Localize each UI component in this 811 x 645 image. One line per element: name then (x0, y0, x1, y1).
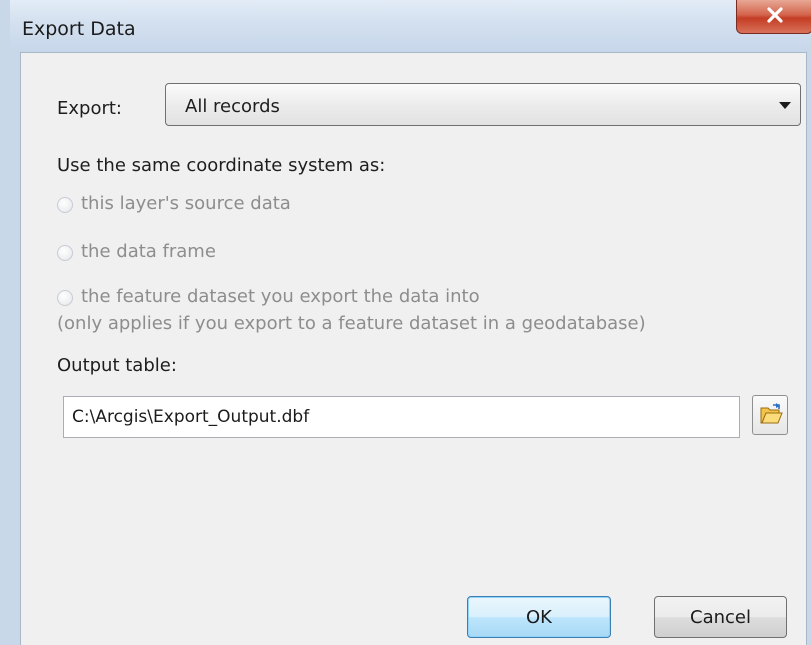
coordinate-system-heading: Use the same coordinate system as: (57, 155, 386, 176)
dialog-content: Export: All records Use the same coordin… (20, 52, 807, 645)
close-button[interactable] (736, 0, 811, 34)
output-table-input[interactable] (63, 396, 740, 438)
close-icon (767, 7, 783, 23)
browse-button[interactable] (752, 395, 788, 435)
title-bar[interactable]: Export Data (10, 0, 811, 52)
radio-label: this layer's source data (81, 193, 291, 214)
export-dropdown[interactable]: All records (165, 83, 801, 126)
export-label: Export: (57, 98, 122, 119)
export-dropdown-value: All records (185, 96, 280, 117)
radio-button[interactable] (57, 245, 73, 261)
cancel-button[interactable]: Cancel (654, 596, 787, 638)
open-folder-icon (760, 403, 783, 424)
output-table-label: Output table: (57, 355, 177, 376)
export-data-dialog: Export Data Export: All records Use the … (0, 0, 811, 645)
chevron-down-icon (779, 102, 791, 109)
dialog-title: Export Data (22, 18, 136, 40)
radio-label: the feature dataset you export the data … (81, 286, 480, 307)
radio-label: the data frame (81, 241, 216, 262)
ok-button[interactable]: OK (467, 596, 611, 638)
radio-button[interactable] (57, 290, 73, 306)
radio-button[interactable] (57, 197, 73, 213)
radio-feature-dataset-note: (only applies if you export to a feature… (57, 313, 646, 334)
